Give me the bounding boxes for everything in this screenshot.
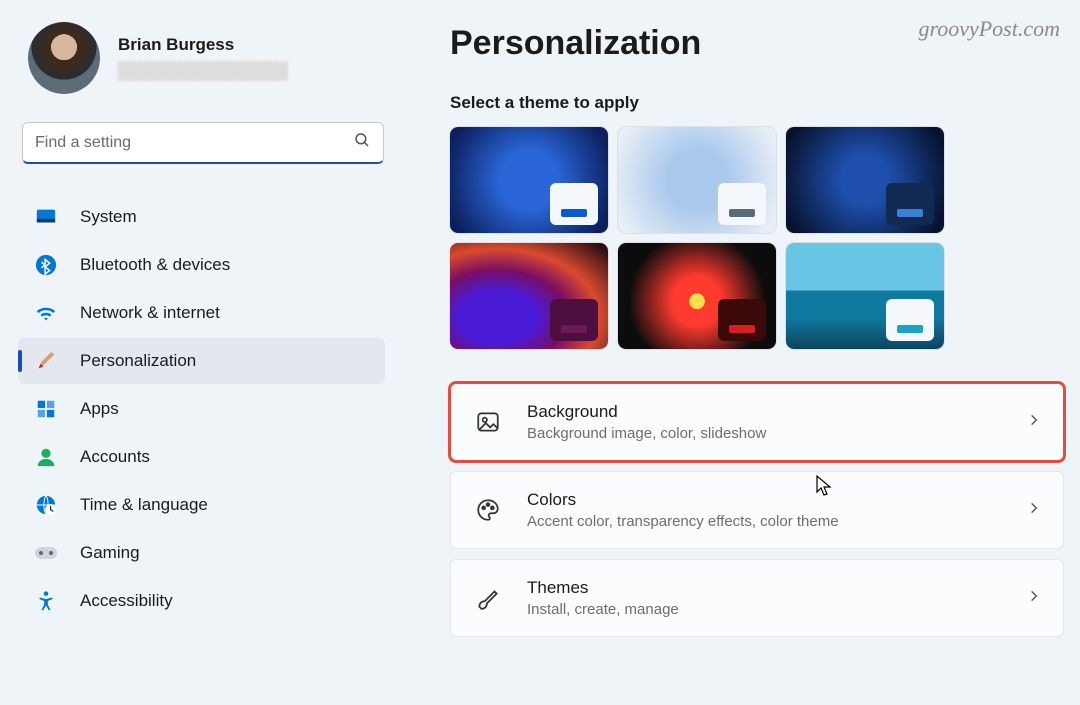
sidebar-item-label: Bluetooth & devices: [80, 255, 230, 275]
setting-row-themes[interactable]: Themes Install, create, manage: [450, 559, 1064, 637]
theme-tile[interactable]: [450, 243, 608, 349]
sidebar-nav: System Bluetooth & devices Network & int…: [18, 194, 385, 624]
theme-swatch: [886, 299, 934, 341]
chevron-right-icon: [1027, 501, 1041, 520]
theme-swatch: [886, 183, 934, 225]
setting-row-background[interactable]: Background Background image, color, slid…: [450, 383, 1064, 461]
gamepad-icon: [34, 541, 58, 565]
row-subtitle: Background image, color, slideshow: [527, 425, 1003, 442]
theme-subheading: Select a theme to apply: [450, 93, 1064, 113]
sidebar: Brian Burgess System Bluetooth & devices: [0, 0, 395, 705]
sidebar-item-label: System: [80, 207, 137, 227]
sidebar-item-label: Accessibility: [80, 591, 173, 611]
row-title: Colors: [527, 490, 1003, 510]
chevron-right-icon: [1027, 413, 1041, 432]
sidebar-item-accounts[interactable]: Accounts: [18, 434, 385, 480]
sidebar-item-label: Apps: [80, 399, 119, 419]
row-text: Themes Install, create, manage: [527, 578, 1003, 618]
theme-tile[interactable]: [618, 127, 776, 233]
theme-swatch: [550, 183, 598, 225]
theme-tile[interactable]: [450, 127, 608, 233]
accessibility-icon: [34, 589, 58, 613]
palette-icon: [473, 497, 503, 523]
system-icon: [34, 205, 58, 229]
theme-tile[interactable]: [618, 243, 776, 349]
bluetooth-icon: [34, 253, 58, 277]
profile-text: Brian Burgess: [118, 35, 288, 81]
picture-icon: [473, 409, 503, 435]
theme-swatch: [550, 299, 598, 341]
sidebar-item-personalization[interactable]: Personalization: [18, 338, 385, 384]
profile-block[interactable]: Brian Burgess: [18, 22, 385, 94]
sidebar-item-label: Time & language: [80, 495, 208, 515]
row-text: Background Background image, color, slid…: [527, 402, 1003, 442]
profile-email-redacted: [118, 61, 288, 81]
theme-swatch: [718, 183, 766, 225]
wifi-icon: [34, 301, 58, 325]
sidebar-item-system[interactable]: System: [18, 194, 385, 240]
avatar: [28, 22, 100, 94]
page-title: Personalization: [450, 24, 1064, 63]
search-box[interactable]: [22, 122, 384, 164]
theme-grid: [450, 127, 1064, 349]
sidebar-item-apps[interactable]: Apps: [18, 386, 385, 432]
sidebar-item-label: Accounts: [80, 447, 150, 467]
person-icon: [34, 445, 58, 469]
row-title: Themes: [527, 578, 1003, 598]
row-text: Colors Accent color, transparency effect…: [527, 490, 1003, 530]
sidebar-item-accessibility[interactable]: Accessibility: [18, 578, 385, 624]
row-subtitle: Accent color, transparency effects, colo…: [527, 513, 1003, 530]
sidebar-item-time-language[interactable]: Time & language: [18, 482, 385, 528]
brush-icon: [473, 585, 503, 611]
paintbrush-icon: [34, 349, 58, 373]
search-icon: [353, 131, 371, 154]
row-subtitle: Install, create, manage: [527, 601, 1003, 618]
settings-rows: Background Background image, color, slid…: [450, 383, 1064, 637]
theme-swatch: [718, 299, 766, 341]
setting-row-colors[interactable]: Colors Accent color, transparency effect…: [450, 471, 1064, 549]
sidebar-item-label: Personalization: [80, 351, 196, 371]
sidebar-item-gaming[interactable]: Gaming: [18, 530, 385, 576]
search-input[interactable]: [35, 134, 353, 152]
profile-name: Brian Burgess: [118, 35, 288, 55]
row-title: Background: [527, 402, 1003, 422]
theme-tile[interactable]: [786, 243, 944, 349]
main-content: Personalization Select a theme to apply …: [450, 24, 1064, 637]
sidebar-item-network[interactable]: Network & internet: [18, 290, 385, 336]
apps-icon: [34, 397, 58, 421]
sidebar-item-label: Network & internet: [80, 303, 220, 323]
sidebar-item-bluetooth[interactable]: Bluetooth & devices: [18, 242, 385, 288]
globe-clock-icon: [34, 493, 58, 517]
theme-tile[interactable]: [786, 127, 944, 233]
chevron-right-icon: [1027, 589, 1041, 608]
sidebar-item-label: Gaming: [80, 543, 140, 563]
